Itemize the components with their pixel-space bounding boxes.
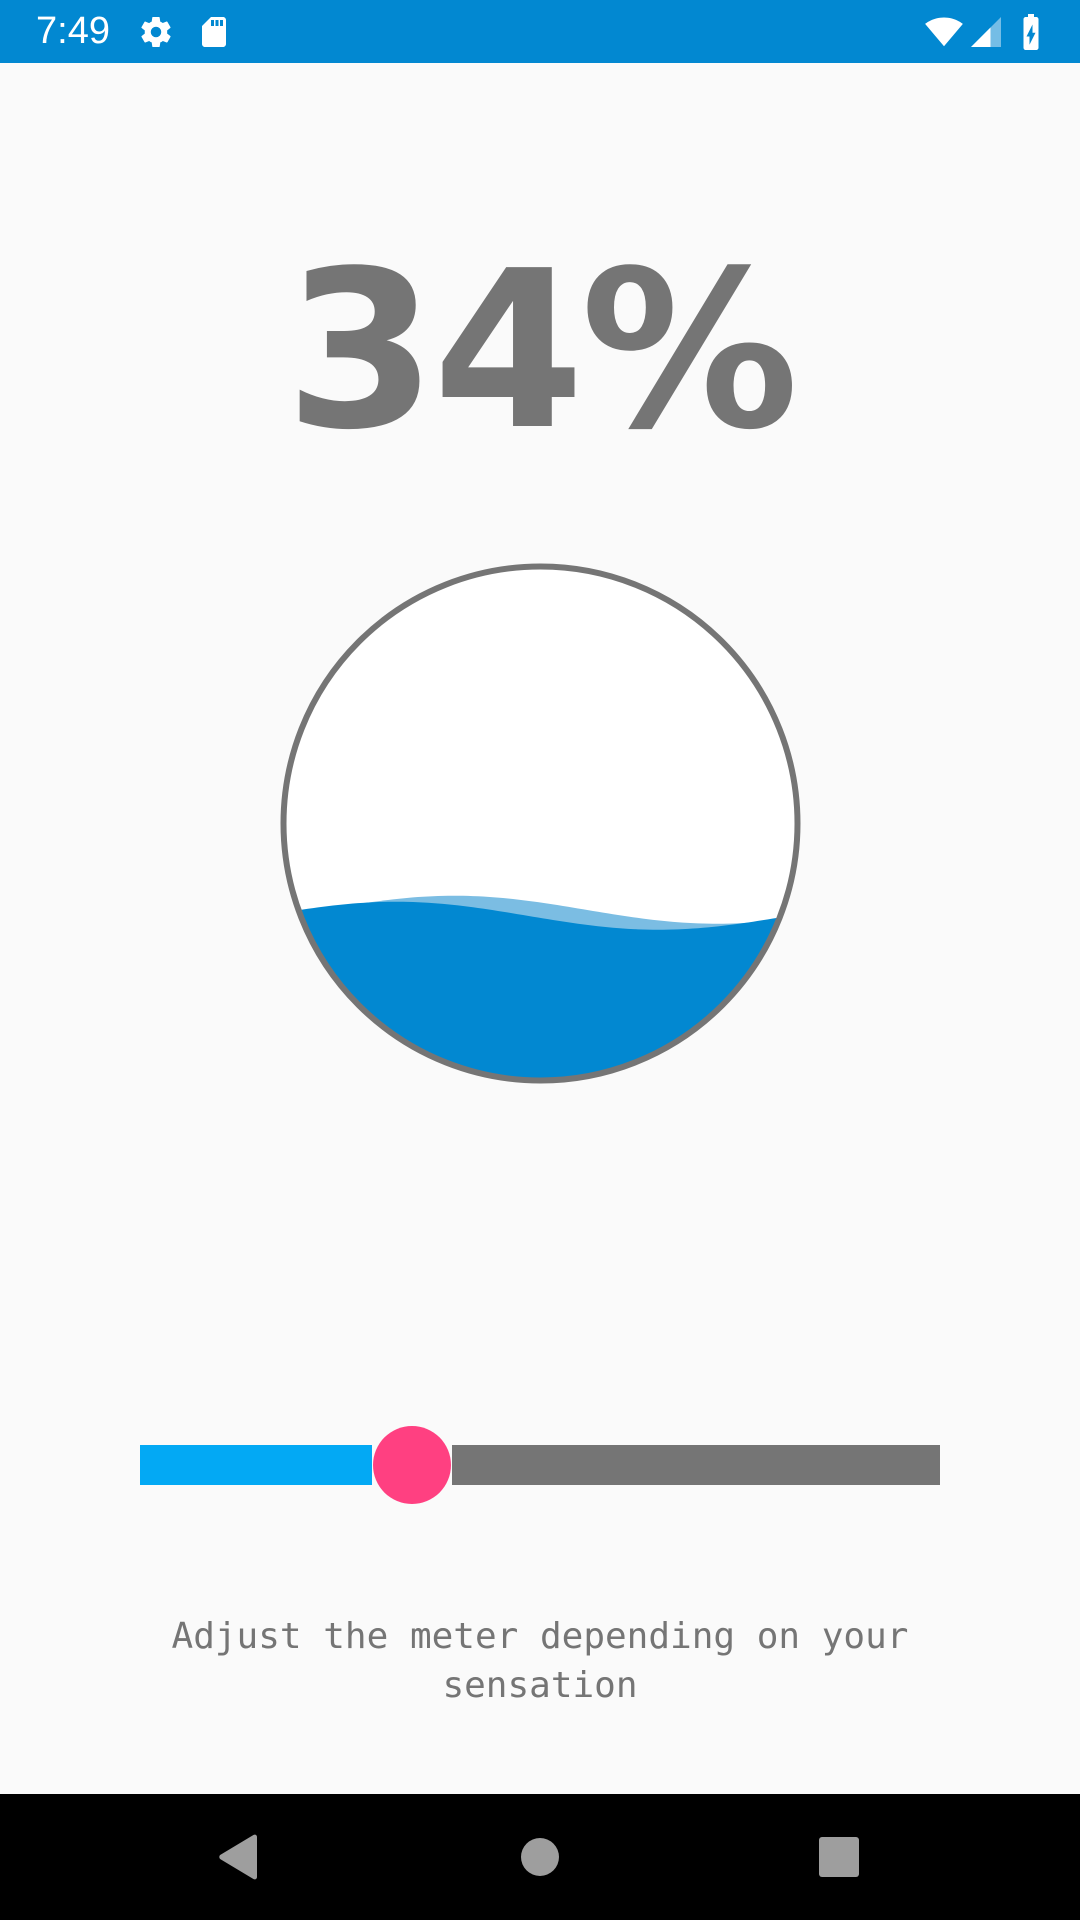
recents-icon[interactable]: [809, 1827, 869, 1887]
wifi-icon: [922, 14, 966, 50]
slider-thumb[interactable]: [373, 1426, 451, 1504]
caption-line-2: sensation: [442, 1665, 638, 1706]
instruction-caption: Adjust the meter depending on your sensa…: [140, 1612, 940, 1710]
cell-signal-icon: [968, 14, 1004, 50]
water-meter-gauge: [278, 561, 803, 1086]
water-fill: [283, 901, 798, 1081]
sensation-slider[interactable]: [140, 1426, 940, 1506]
status-bar: 7:49: [0, 0, 1080, 63]
back-icon[interactable]: [210, 1827, 270, 1887]
battery-charging-icon: [1014, 14, 1048, 50]
gear-icon: [138, 14, 174, 50]
home-icon[interactable]: [510, 1827, 570, 1887]
status-time: 7:49: [36, 10, 110, 52]
sd-card-icon: [196, 14, 232, 50]
caption-line-1: Adjust the meter depending on your: [171, 1616, 909, 1657]
meter-percent-label: 34%: [285, 225, 799, 478]
navigation-bar: [0, 1794, 1080, 1920]
